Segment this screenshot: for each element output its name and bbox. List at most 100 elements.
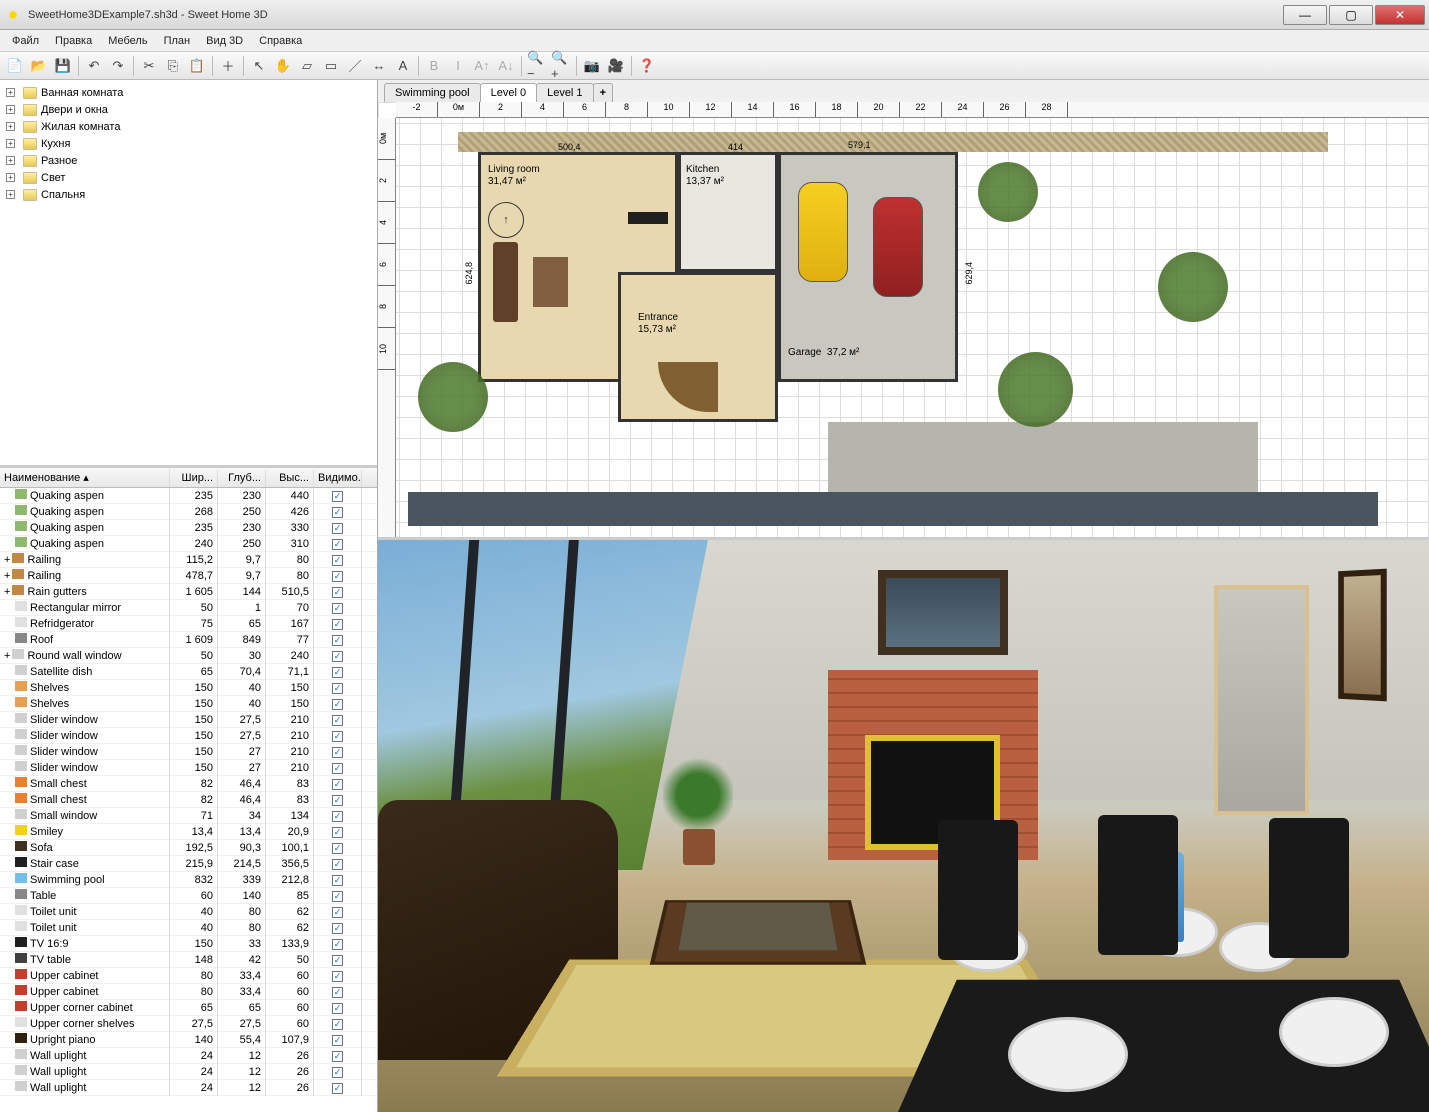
- catalog-category[interactable]: +Разное: [2, 152, 375, 169]
- visible-checkbox[interactable]: ✓: [332, 939, 343, 950]
- furniture-row[interactable]: Quaking aspen235230440✓: [0, 488, 377, 504]
- menu-Файл[interactable]: Файл: [4, 33, 47, 49]
- furniture-row[interactable]: Wall uplight241226✓: [0, 1048, 377, 1064]
- visible-checkbox[interactable]: ✓: [332, 923, 343, 934]
- furniture-row[interactable]: Wall uplight241226✓: [0, 1080, 377, 1096]
- plan-tab[interactable]: Level 1: [536, 83, 593, 102]
- visible-checkbox[interactable]: ✓: [332, 523, 343, 534]
- toolbar-create-walls[interactable]: ▱: [296, 55, 318, 77]
- toolbar-new[interactable]: 📄: [4, 55, 26, 77]
- expand-icon[interactable]: +: [6, 122, 15, 131]
- tv-plan[interactable]: [628, 212, 668, 224]
- catalog-category[interactable]: +Ванная комната: [2, 84, 375, 101]
- visible-checkbox[interactable]: ✓: [332, 987, 343, 998]
- col-name[interactable]: Наименование ▴: [0, 469, 170, 486]
- furniture-row[interactable]: +Railing115,29,780✓: [0, 552, 377, 568]
- toolbar-create-text[interactable]: A: [392, 55, 414, 77]
- furniture-row[interactable]: Table6014085✓: [0, 888, 377, 904]
- toolbar-create-video[interactable]: 🎥: [605, 55, 627, 77]
- toolbar-cut[interactable]: ✂: [138, 55, 160, 77]
- col-visible[interactable]: Видимо...: [314, 470, 362, 486]
- compass-icon[interactable]: ↑: [488, 202, 524, 238]
- furniture-row[interactable]: Small chest8246,483✓: [0, 792, 377, 808]
- toolbar-create-rooms[interactable]: ▭: [320, 55, 342, 77]
- menu-Правка[interactable]: Правка: [47, 33, 100, 49]
- visible-checkbox[interactable]: ✓: [332, 955, 343, 966]
- visible-checkbox[interactable]: ✓: [332, 1083, 343, 1094]
- expand-icon[interactable]: +: [4, 554, 10, 566]
- visible-checkbox[interactable]: ✓: [332, 1051, 343, 1062]
- furniture-row[interactable]: Smiley13,413,420,9✓: [0, 824, 377, 840]
- visible-checkbox[interactable]: ✓: [332, 763, 343, 774]
- toolbar-create-dim[interactable]: ↔: [368, 55, 390, 77]
- furniture-row[interactable]: Roof1 60984977✓: [0, 632, 377, 648]
- menu-План[interactable]: План: [156, 33, 199, 49]
- toolbar-save[interactable]: 💾: [52, 55, 74, 77]
- menu-Вид 3D[interactable]: Вид 3D: [198, 33, 251, 49]
- visible-checkbox[interactable]: ✓: [332, 571, 343, 582]
- plan-tab[interactable]: Level 0: [480, 83, 537, 102]
- expand-icon[interactable]: +: [6, 156, 15, 165]
- tree[interactable]: [418, 362, 488, 432]
- visible-checkbox[interactable]: ✓: [332, 779, 343, 790]
- expand-icon[interactable]: +: [4, 650, 10, 662]
- visible-checkbox[interactable]: ✓: [332, 827, 343, 838]
- furniture-row[interactable]: Quaking aspen268250426✓: [0, 504, 377, 520]
- toolbar-select[interactable]: ↖: [248, 55, 270, 77]
- col-height[interactable]: Выс...: [266, 470, 314, 486]
- furniture-row[interactable]: +Rain gutters1 605144510,5✓: [0, 584, 377, 600]
- furniture-row[interactable]: Wall uplight241226✓: [0, 1064, 377, 1080]
- catalog-category[interactable]: +Кухня: [2, 135, 375, 152]
- expand-icon[interactable]: +: [6, 173, 15, 182]
- expand-icon[interactable]: +: [6, 105, 15, 114]
- minimize-button[interactable]: —: [1283, 5, 1327, 25]
- furniture-row[interactable]: Toilet unit408062✓: [0, 920, 377, 936]
- visible-checkbox[interactable]: ✓: [332, 555, 343, 566]
- menu-Мебель[interactable]: Мебель: [100, 33, 155, 49]
- toolbar-zoom-in[interactable]: 🔍+: [550, 55, 572, 77]
- plan-view[interactable]: Swimming poolLevel 0Level 1+ -20м2468101…: [378, 80, 1429, 540]
- sofa-plan[interactable]: [493, 242, 518, 322]
- furniture-row[interactable]: Slider window15027210✓: [0, 760, 377, 776]
- visible-checkbox[interactable]: ✓: [332, 971, 343, 982]
- furniture-row[interactable]: Sofa192,590,3100,1✓: [0, 840, 377, 856]
- plan-tab[interactable]: Swimming pool: [384, 83, 481, 102]
- furniture-row[interactable]: Slider window15027,5210✓: [0, 728, 377, 744]
- furniture-row[interactable]: Shelves15040150✓: [0, 696, 377, 712]
- visible-checkbox[interactable]: ✓: [332, 731, 343, 742]
- close-button[interactable]: ✕: [1375, 5, 1425, 25]
- visible-checkbox[interactable]: ✓: [332, 603, 343, 614]
- toolbar-open[interactable]: 📂: [28, 55, 50, 77]
- visible-checkbox[interactable]: ✓: [332, 811, 343, 822]
- furniture-row[interactable]: TV 16:915033133,9✓: [0, 936, 377, 952]
- catalog-category[interactable]: +Спальня: [2, 186, 375, 203]
- furniture-row[interactable]: +Round wall window5030240✓: [0, 648, 377, 664]
- maximize-button[interactable]: ▢: [1329, 5, 1373, 25]
- tree[interactable]: [978, 162, 1038, 222]
- furniture-row[interactable]: Upper cabinet8033,460✓: [0, 984, 377, 1000]
- toolbar-add-furniture[interactable]: ＋: [217, 55, 239, 77]
- furniture-row[interactable]: Upper corner shelves27,527,560✓: [0, 1016, 377, 1032]
- visible-checkbox[interactable]: ✓: [332, 1067, 343, 1078]
- visible-checkbox[interactable]: ✓: [332, 651, 343, 662]
- toolbar-create-photo[interactable]: 📷: [581, 55, 603, 77]
- visible-checkbox[interactable]: ✓: [332, 587, 343, 598]
- visible-checkbox[interactable]: ✓: [332, 491, 343, 502]
- visible-checkbox[interactable]: ✓: [332, 699, 343, 710]
- toolbar-redo[interactable]: ↷: [107, 55, 129, 77]
- visible-checkbox[interactable]: ✓: [332, 891, 343, 902]
- toolbar-pan[interactable]: ✋: [272, 55, 294, 77]
- catalog-category[interactable]: +Двери и окна: [2, 101, 375, 118]
- visible-checkbox[interactable]: ✓: [332, 843, 343, 854]
- visible-checkbox[interactable]: ✓: [332, 619, 343, 630]
- 3d-view[interactable]: ▲ ▼ ◀ ▶: [378, 540, 1429, 1112]
- visible-checkbox[interactable]: ✓: [332, 907, 343, 918]
- furniture-row[interactable]: Upright piano14055,4107,9✓: [0, 1032, 377, 1048]
- table-plan[interactable]: [533, 257, 568, 307]
- visible-checkbox[interactable]: ✓: [332, 875, 343, 886]
- furniture-row[interactable]: Quaking aspen240250310✓: [0, 536, 377, 552]
- furniture-row[interactable]: Stair case215,9214,5356,5✓: [0, 856, 377, 872]
- expand-icon[interactable]: +: [4, 570, 10, 582]
- furniture-row[interactable]: Slider window15027,5210✓: [0, 712, 377, 728]
- tree[interactable]: [998, 352, 1073, 427]
